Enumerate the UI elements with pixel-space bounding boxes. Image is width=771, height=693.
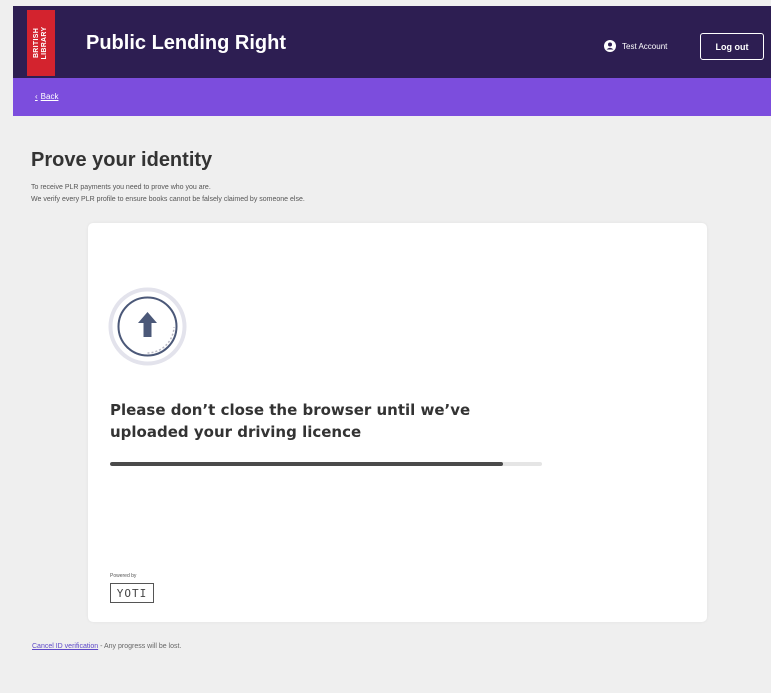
intro-line: To receive PLR payments you need to prov… bbox=[31, 184, 211, 191]
intro-line: We verify every PLR profile to ensure bo… bbox=[31, 196, 305, 203]
logo-text: BRITISH LIBRARY bbox=[33, 26, 48, 60]
user-icon bbox=[604, 40, 616, 52]
chevron-left-icon: ‹ bbox=[35, 92, 38, 101]
intro-text: To receive PLR payments you need to prov… bbox=[31, 182, 305, 206]
back-label: Back bbox=[40, 92, 59, 101]
account-menu[interactable]: Test Account bbox=[604, 40, 667, 52]
upload-progress-fill bbox=[110, 462, 504, 466]
upload-arrow-icon bbox=[108, 287, 187, 366]
cancel-row: Cancel ID verification - Any progress wi… bbox=[32, 643, 181, 650]
cancel-verification-link[interactable]: Cancel ID verification bbox=[32, 643, 98, 650]
app-header: BRITISH LIBRARY Public Lending Right Tes… bbox=[13, 6, 771, 78]
upload-message: Please don’t close the browser until we’… bbox=[110, 401, 471, 441]
logout-button[interactable]: Log out bbox=[700, 33, 764, 60]
upload-progress-bar bbox=[110, 462, 542, 466]
british-library-logo[interactable]: BRITISH LIBRARY bbox=[27, 10, 55, 76]
account-name: Test Account bbox=[622, 41, 668, 51]
sub-navigation: ‹ Back bbox=[13, 78, 771, 116]
cancel-note: - Any progress will be lost. bbox=[98, 643, 182, 650]
page-title: Prove your identity bbox=[31, 149, 213, 171]
verification-card: Please don’t close the browser until we’… bbox=[88, 223, 707, 622]
powered-by-label: Powered by bbox=[110, 573, 137, 579]
yoti-logo: YOTI bbox=[110, 583, 154, 603]
app-title: Public Lending Right bbox=[86, 32, 286, 54]
back-link[interactable]: ‹ Back bbox=[35, 92, 58, 101]
